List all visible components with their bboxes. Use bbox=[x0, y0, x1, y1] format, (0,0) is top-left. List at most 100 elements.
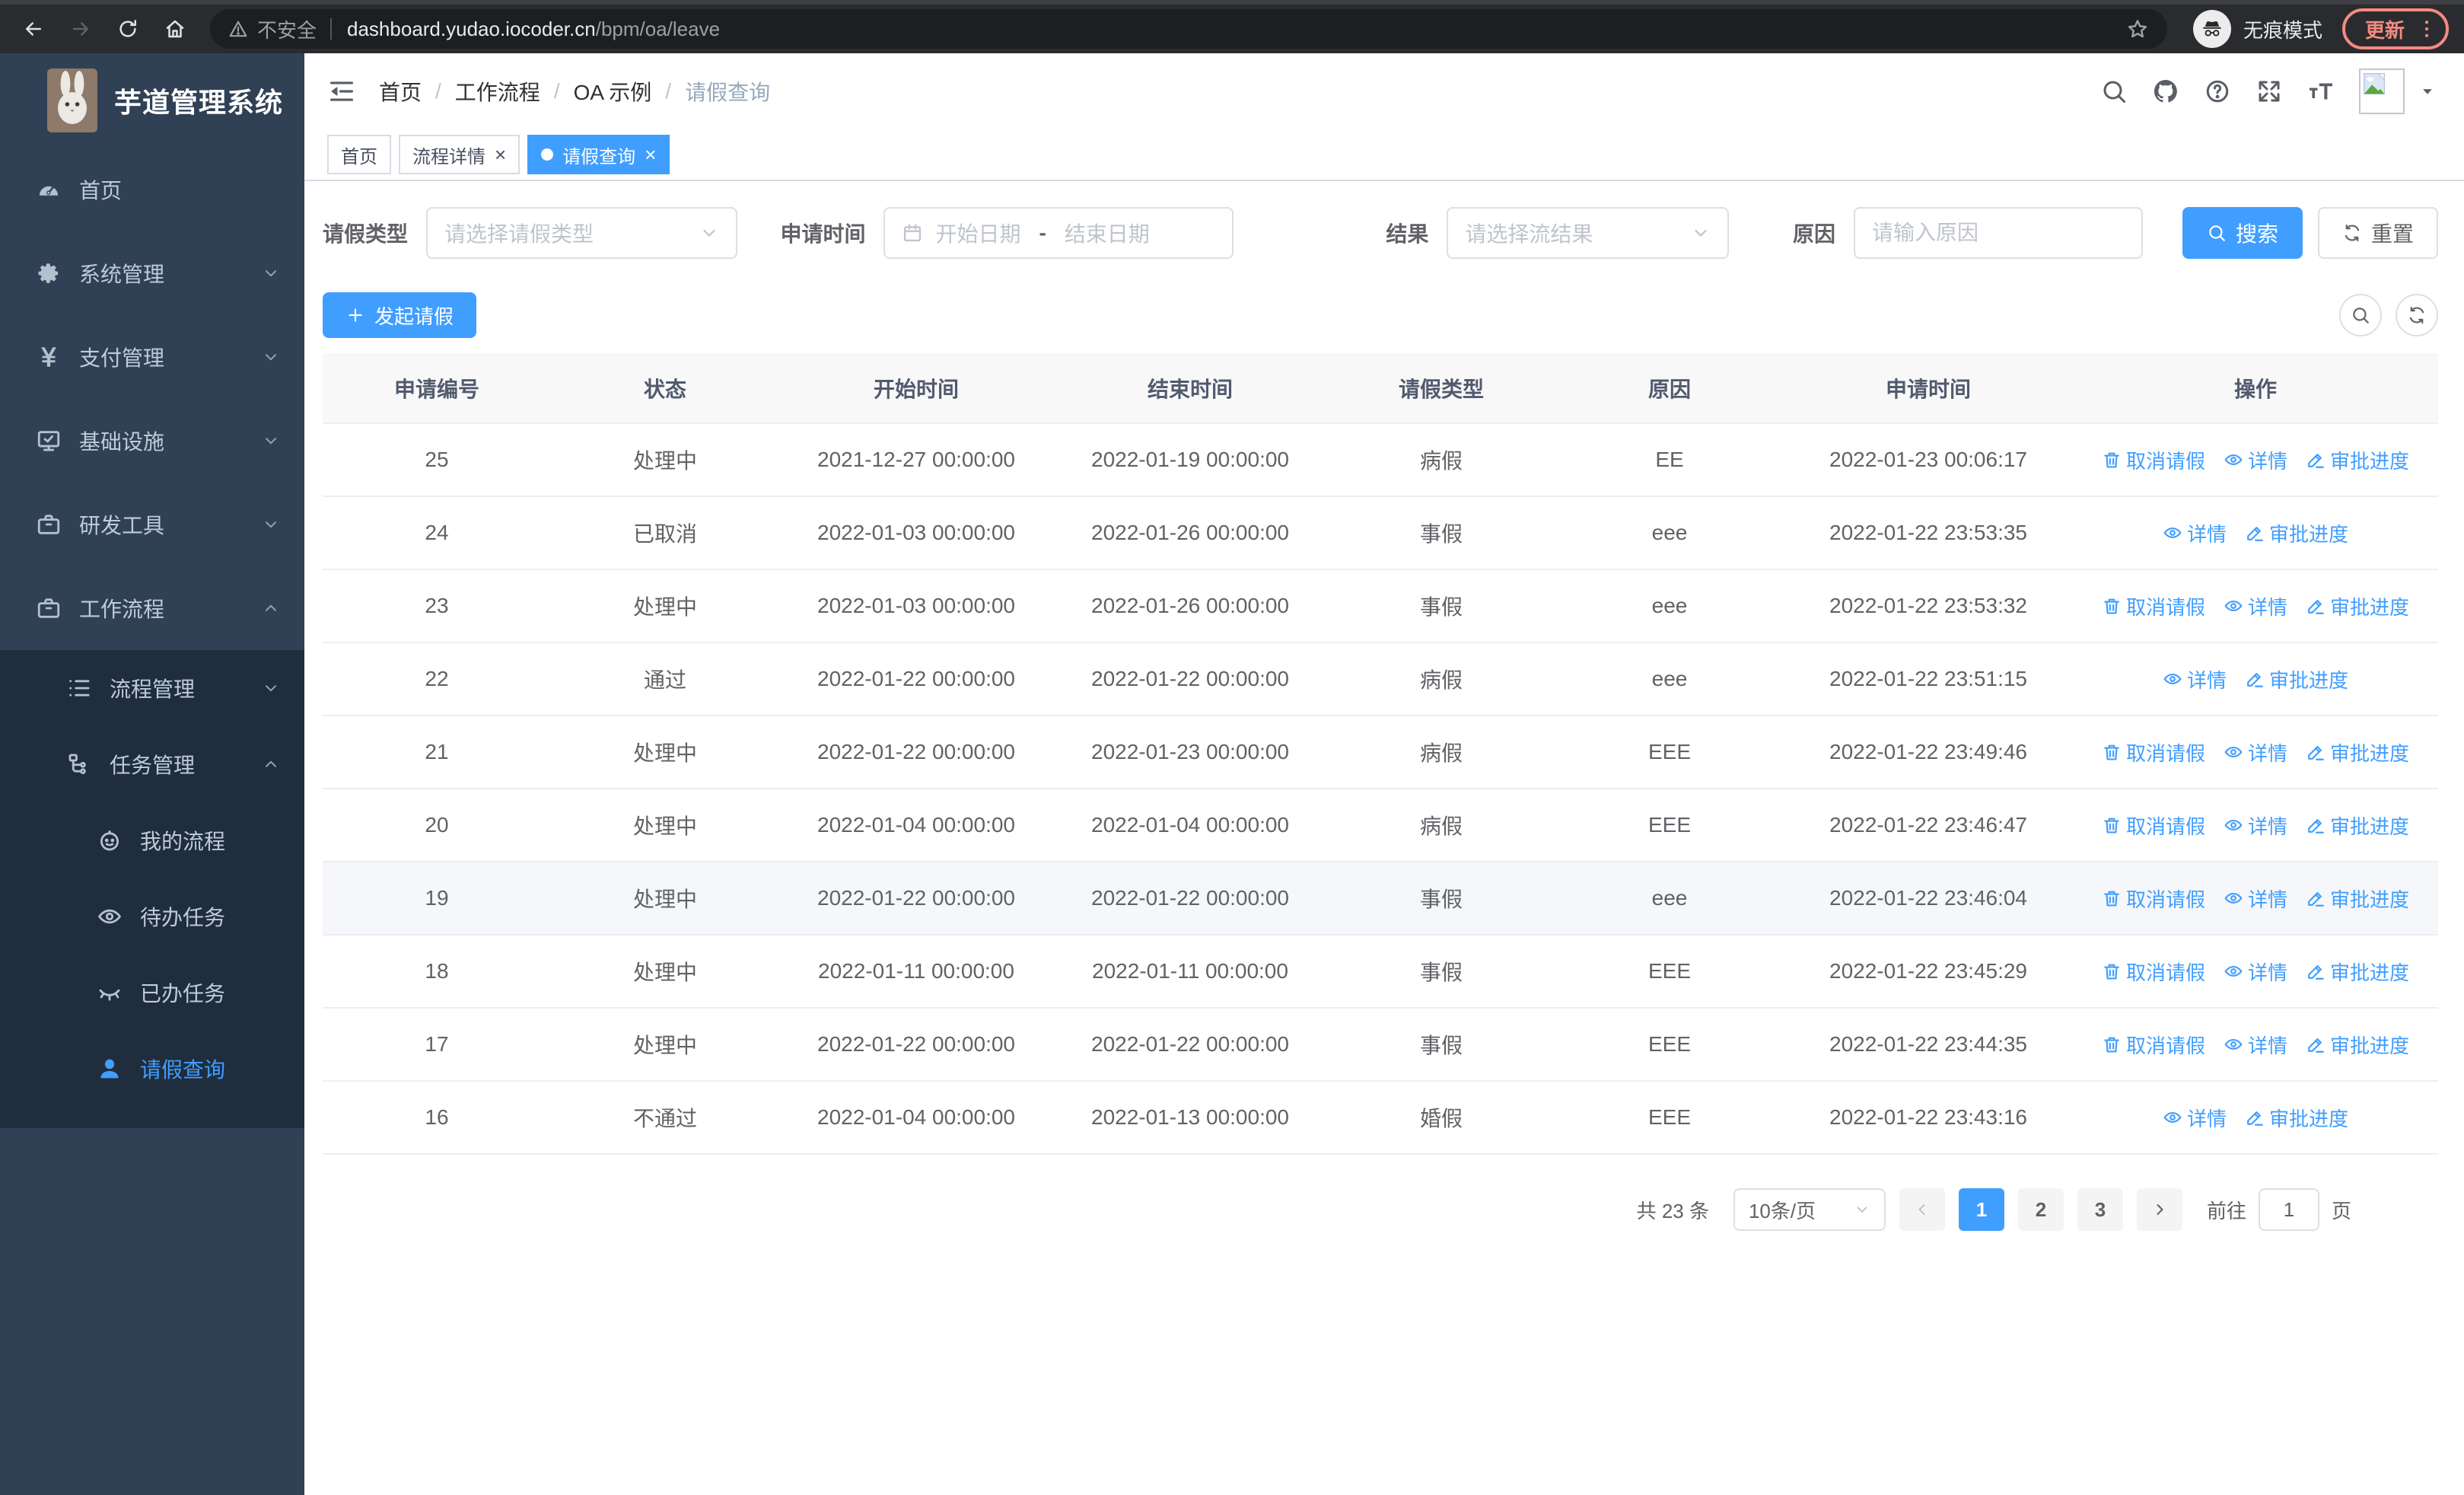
font-size-icon[interactable] bbox=[2307, 78, 2335, 105]
sidebar-item[interactable]: 流程管理 bbox=[0, 650, 304, 726]
breadcrumb-item[interactable]: 工作流程 bbox=[455, 76, 540, 107]
leave-type-select[interactable]: 请选择请假类型 bbox=[426, 207, 738, 259]
browser-menu-icon[interactable] bbox=[2415, 18, 2438, 40]
yen-icon bbox=[30, 344, 67, 370]
approval-progress-link[interactable]: 审批进度 bbox=[2306, 811, 2409, 840]
detail-link[interactable]: 详情 bbox=[2224, 885, 2287, 913]
detail-link[interactable]: 详情 bbox=[2163, 665, 2227, 693]
user-avatar[interactable] bbox=[2359, 69, 2405, 114]
help-icon[interactable] bbox=[2204, 78, 2231, 105]
cancel-leave-link[interactable]: 取消请假 bbox=[2102, 738, 2205, 767]
detail-link[interactable]: 详情 bbox=[2163, 519, 2227, 547]
sidebar-collapse-button[interactable] bbox=[327, 77, 356, 106]
tag-view-tab[interactable]: 请假查询 × bbox=[527, 135, 670, 174]
detail-link[interactable]: 详情 bbox=[2224, 1031, 2287, 1059]
show-search-button[interactable] bbox=[2339, 294, 2382, 336]
sidebar-item[interactable]: 已办任务 bbox=[0, 955, 304, 1031]
cell-start: 2022-01-04 00:00:00 bbox=[779, 789, 1053, 862]
page-button[interactable]: 1 bbox=[1958, 1188, 2004, 1231]
page-button[interactable]: 3 bbox=[2077, 1188, 2123, 1231]
reason-input[interactable] bbox=[1853, 207, 2143, 259]
view-icon bbox=[2224, 1034, 2243, 1054]
approval-progress-link[interactable]: 审批进度 bbox=[2306, 885, 2409, 913]
github-icon[interactable] bbox=[2152, 78, 2179, 105]
cell-actions: 取消请假 详情 审批进度 bbox=[2073, 935, 2438, 1009]
app-title: 芋道管理系统 bbox=[114, 87, 284, 118]
tab-close-icon[interactable]: × bbox=[495, 145, 506, 164]
table-row: 19 处理中 2022-01-22 00:00:00 2022-01-22 00:00… bbox=[323, 862, 2438, 936]
sidebar-item[interactable]: 首页 bbox=[0, 148, 304, 231]
cancel-leave-link[interactable]: 取消请假 bbox=[2102, 885, 2205, 913]
approval-progress-link[interactable]: 审批进度 bbox=[2245, 665, 2348, 693]
sidebar-item[interactable]: 基础设施 bbox=[0, 399, 304, 483]
detail-link[interactable]: 详情 bbox=[2224, 811, 2287, 840]
cancel-leave-link[interactable]: 取消请假 bbox=[2102, 811, 2205, 840]
browser-update-button[interactable]: 更新 bbox=[2341, 8, 2449, 49]
sidebar-item[interactable]: 系统管理 bbox=[0, 231, 304, 315]
search-button[interactable]: 搜索 bbox=[2182, 207, 2303, 259]
sidebar-item[interactable]: 我的流程 bbox=[0, 802, 304, 878]
approval-progress-link[interactable]: 审批进度 bbox=[2306, 958, 2409, 986]
fullscreen-icon[interactable] bbox=[2255, 78, 2283, 105]
plus-icon bbox=[345, 305, 365, 325]
tag-view-tab[interactable]: 流程详情 × bbox=[399, 135, 520, 174]
incognito-badge: 无痕模式 bbox=[2192, 10, 2322, 48]
cell-reason: EEE bbox=[1555, 789, 1784, 862]
browser-reload-icon[interactable] bbox=[110, 11, 146, 47]
approval-progress-link[interactable]: 审批进度 bbox=[2245, 1104, 2348, 1132]
approval-progress-link[interactable]: 审批进度 bbox=[2306, 446, 2409, 474]
result-select[interactable]: 请选择流结果 bbox=[1447, 207, 1729, 259]
header-search-icon[interactable] bbox=[2100, 78, 2128, 105]
detail-link[interactable]: 详情 bbox=[2224, 958, 2287, 986]
sidebar-item[interactable]: 工作流程 bbox=[0, 566, 304, 650]
table-row: 24 已取消 2022-01-03 00:00:00 2022-01-26 00:00… bbox=[323, 496, 2438, 570]
reset-button[interactable]: 重置 bbox=[2317, 207, 2438, 259]
list-icon bbox=[61, 675, 97, 701]
approval-progress-link[interactable]: 审批进度 bbox=[2306, 738, 2409, 767]
chevron-up-icon bbox=[262, 599, 280, 617]
tab-label: 首页 bbox=[341, 146, 377, 167]
page-button[interactable]: 2 bbox=[2017, 1188, 2064, 1231]
cancel-leave-link[interactable]: 取消请假 bbox=[2102, 1031, 2205, 1059]
refresh-table-button[interactable] bbox=[2396, 294, 2438, 336]
next-page-button[interactable] bbox=[2136, 1188, 2182, 1231]
user-menu-caret-icon[interactable] bbox=[2420, 84, 2435, 99]
sidebar-item[interactable]: 支付管理 bbox=[0, 315, 304, 399]
approval-progress-link[interactable]: 审批进度 bbox=[2245, 519, 2348, 547]
active-dot bbox=[541, 148, 554, 161]
url-host: dashboard.yudao.iocoder.cn bbox=[347, 17, 596, 40]
cell-status: 处理中 bbox=[551, 862, 779, 936]
detail-link[interactable]: 详情 bbox=[2163, 1104, 2227, 1132]
tab-close-icon[interactable]: × bbox=[645, 145, 656, 164]
sidebar-item[interactable]: 任务管理 bbox=[0, 726, 304, 802]
approval-progress-link[interactable]: 审批进度 bbox=[2306, 1031, 2409, 1059]
cell-apply_time: 2022-01-22 23:45:29 bbox=[1784, 935, 2073, 1009]
gear-icon bbox=[30, 260, 67, 286]
tag-view-tab[interactable]: 首页 bbox=[327, 135, 391, 174]
page-size-select[interactable]: 10条/页 bbox=[1733, 1188, 1886, 1231]
goto-page-input[interactable] bbox=[2258, 1188, 2319, 1231]
url-bar[interactable]: 不安全 dashboard.yudao.iocoder.cn /bpm/oa/l… bbox=[210, 9, 2167, 49]
sidebar-item[interactable]: 请假查询 bbox=[0, 1031, 304, 1107]
apply-time-range-picker[interactable]: 开始日期 - 结束日期 bbox=[883, 207, 1234, 259]
sidebar-item[interactable]: 待办任务 bbox=[0, 878, 304, 955]
breadcrumb-item[interactable]: OA 示例 bbox=[574, 76, 652, 107]
cancel-leave-link[interactable]: 取消请假 bbox=[2102, 592, 2205, 620]
browser-back-icon[interactable] bbox=[15, 11, 52, 47]
bookmark-star-icon[interactable] bbox=[2126, 18, 2149, 40]
detail-link[interactable]: 详情 bbox=[2224, 592, 2287, 620]
breadcrumb-item[interactable]: 首页 bbox=[379, 76, 422, 107]
cancel-leave-link[interactable]: 取消请假 bbox=[2102, 958, 2205, 986]
detail-link[interactable]: 详情 bbox=[2224, 446, 2287, 474]
sidebar-item[interactable]: 研发工具 bbox=[0, 483, 304, 566]
detail-link[interactable]: 详情 bbox=[2224, 738, 2287, 767]
prev-page-button[interactable] bbox=[1899, 1188, 1945, 1231]
approval-progress-link[interactable]: 审批进度 bbox=[2306, 592, 2409, 620]
cell-apply_time: 2022-01-22 23:51:15 bbox=[1784, 642, 2073, 716]
browser-forward-icon[interactable] bbox=[62, 11, 99, 47]
browser-home-icon[interactable] bbox=[157, 11, 193, 47]
create-leave-button[interactable]: 发起请假 bbox=[323, 292, 477, 338]
cancel-leave-link[interactable]: 取消请假 bbox=[2102, 446, 2205, 474]
breadcrumb-separator: / bbox=[665, 79, 672, 103]
calendar-icon bbox=[902, 222, 923, 244]
